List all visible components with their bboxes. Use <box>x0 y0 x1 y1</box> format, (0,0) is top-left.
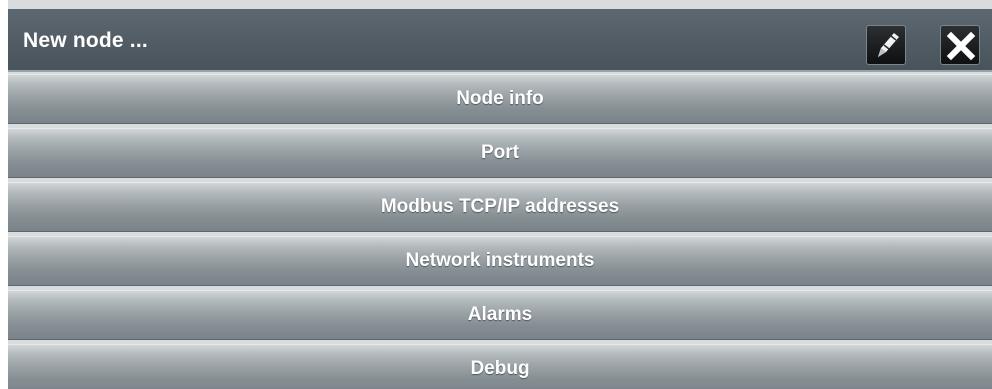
section-modbus-addresses[interactable]: Modbus TCP/IP addresses <box>8 182 992 232</box>
section-list: Node info Port Modbus TCP/IP addresses N… <box>8 74 992 389</box>
section-alarms[interactable]: Alarms <box>8 290 992 340</box>
edit-button[interactable] <box>866 25 906 65</box>
section-network-instruments[interactable]: Network instruments <box>8 236 992 286</box>
close-button[interactable] <box>940 25 980 65</box>
panel-title: New node ... <box>23 29 148 52</box>
section-node-info[interactable]: Node info <box>8 74 992 124</box>
pencil-icon <box>878 33 899 57</box>
section-port[interactable]: Port <box>8 128 992 178</box>
title-bar: New node ... <box>8 9 992 72</box>
section-debug[interactable]: Debug <box>8 344 992 389</box>
new-node-panel: New node ... Node info Port Modbus TCP/I… <box>8 0 992 389</box>
close-icon <box>946 31 976 61</box>
